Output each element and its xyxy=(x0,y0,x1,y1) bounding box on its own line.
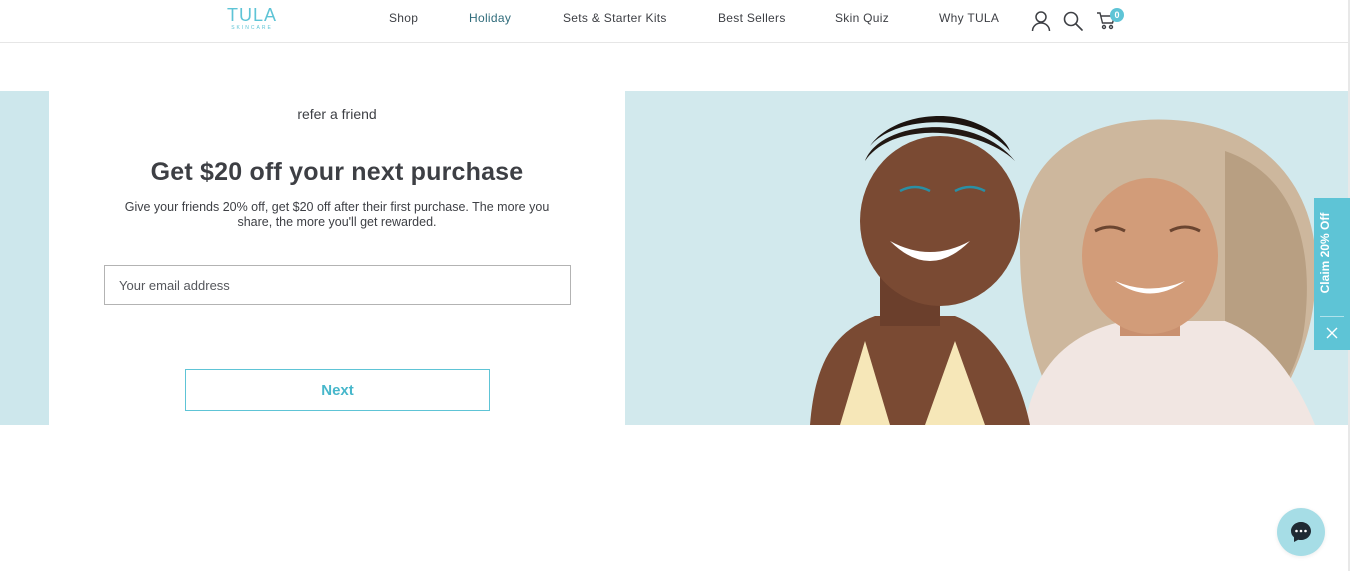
site-header: TULA SKINCARE Shop Holiday Sets & Starte… xyxy=(0,0,1348,43)
next-button[interactable]: Next xyxy=(185,369,490,411)
nav-item-sets-starter-kits[interactable]: Sets & Starter Kits xyxy=(563,11,667,25)
cart-count-badge: 0 xyxy=(1110,8,1124,22)
referral-headline: Get $20 off your next purchase xyxy=(150,158,524,186)
claim-tab-divider xyxy=(1320,316,1344,317)
nav-item-why-tula[interactable]: Why TULA xyxy=(939,11,999,25)
chat-button[interactable] xyxy=(1277,508,1325,556)
referral-eyebrow: refer a friend xyxy=(297,106,377,122)
close-icon[interactable] xyxy=(1324,325,1340,341)
account-icon[interactable] xyxy=(1031,10,1051,37)
email-field[interactable] xyxy=(104,265,571,305)
referral-description: Give your friends 20% off, get $20 off a… xyxy=(124,200,550,229)
referral-panel: refer a friend Get $20 off your next pur… xyxy=(49,91,625,425)
nav-item-shop[interactable]: Shop xyxy=(389,11,418,25)
claim-offer-label: Claim 20% Off xyxy=(1318,212,1332,294)
logo-tagline: SKINCARE xyxy=(231,25,273,31)
nav-item-skin-quiz[interactable]: Skin Quiz xyxy=(835,11,889,25)
logo-wordmark: TULA xyxy=(226,5,277,25)
tula-logo[interactable]: TULA SKINCARE xyxy=(224,6,280,34)
nav-item-holiday[interactable]: Holiday xyxy=(469,11,511,25)
hero-photo-two-women-laughing xyxy=(625,91,1348,425)
hero-background-strip xyxy=(0,91,49,425)
search-icon[interactable] xyxy=(1063,11,1083,36)
nav-item-best-sellers[interactable]: Best Sellers xyxy=(718,11,786,25)
claim-offer-tab[interactable]: Claim 20% Off xyxy=(1314,198,1350,350)
chat-bubble-icon xyxy=(1289,520,1313,549)
